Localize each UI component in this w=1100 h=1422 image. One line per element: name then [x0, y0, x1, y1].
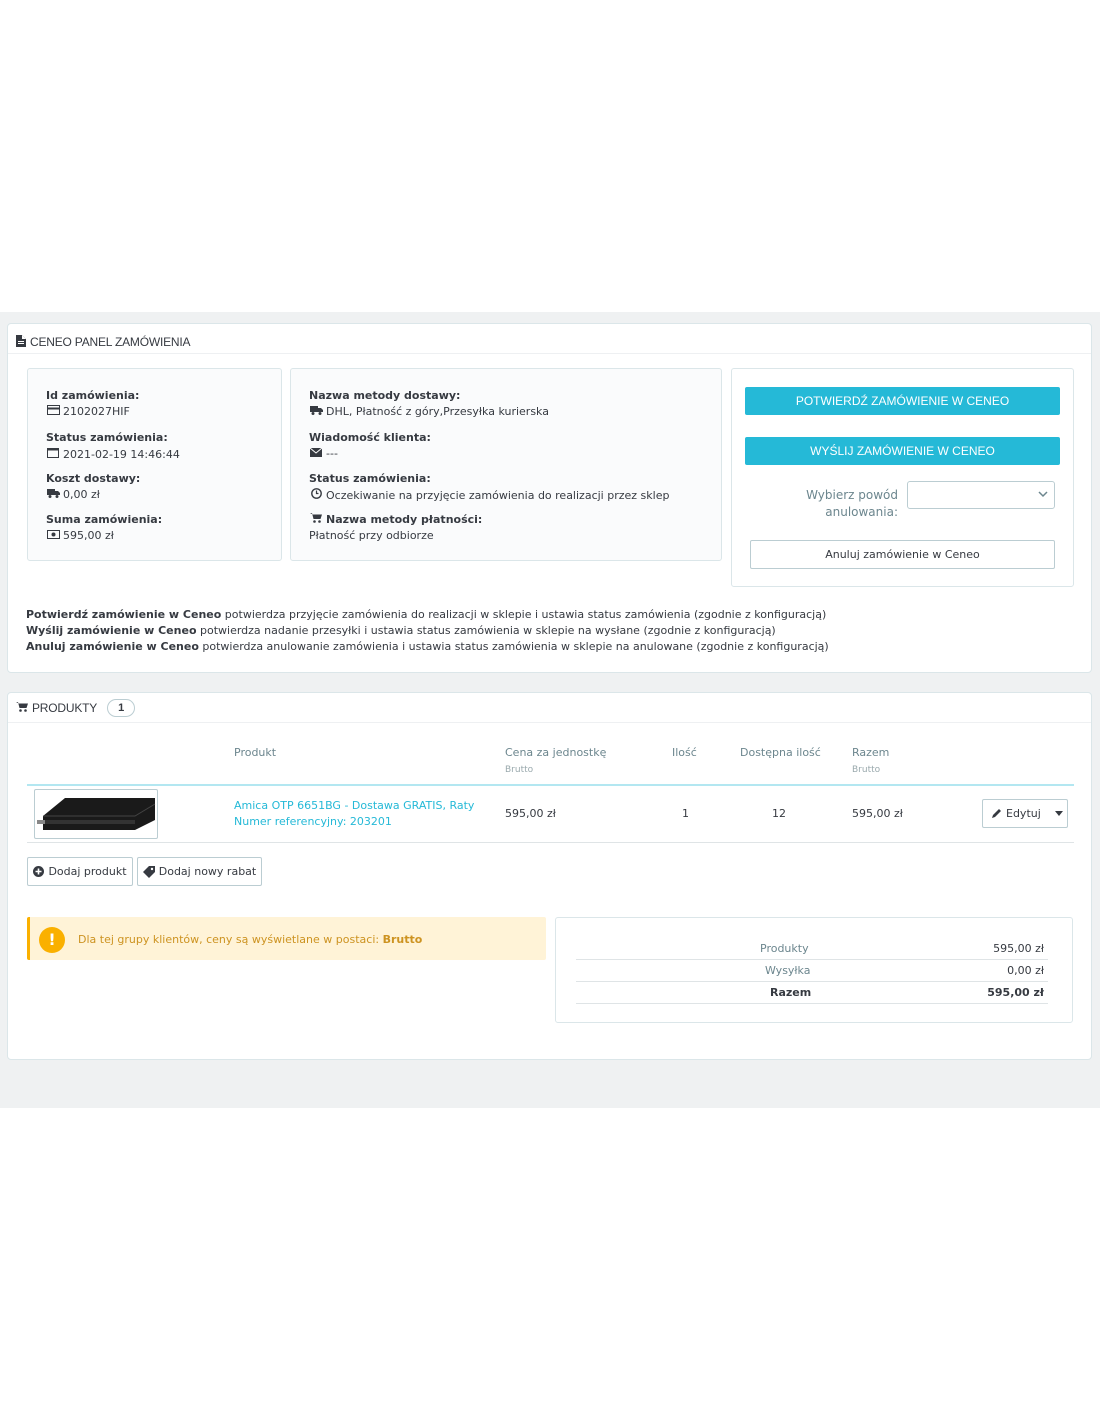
- panel-heading: PRODUKTY 1: [16, 698, 136, 718]
- caret-down-icon[interactable]: [1054, 811, 1063, 816]
- product-thumbnail[interactable]: [34, 789, 158, 839]
- shipping-cost-value: 0,00 zł: [46, 488, 100, 501]
- totals-row-shipping: Wysyłka 0,00 zł: [576, 960, 1048, 982]
- cancel-reason-label: Wybierz powód anulowania:: [806, 488, 898, 519]
- description-confirm: Potwierdź zamówienie w Ceneo potwierdza …: [26, 608, 827, 621]
- delivery-method-value: DHL, Płatność z góry,Przesyłka kurierska: [309, 405, 549, 418]
- column-header-unit-price: Cena za jednostkę: [505, 746, 607, 759]
- payment-method-label: Nazwa metody płatności:: [309, 513, 482, 526]
- column-header-total: Razem: [852, 746, 890, 759]
- page-background: CENEO PANEL ZAMÓWIENIA Id zamówienia: 21…: [0, 312, 1100, 1108]
- pencil-icon: [991, 808, 1002, 819]
- totals-row-total: Razem 595,00 zł: [576, 982, 1048, 1004]
- delivery-status-value: Oczekiwanie na przyjęcie zamówienia do r…: [309, 488, 669, 502]
- ceneo-actions-card: POTWIERDŹ ZAMÓWIENIE W CENEO WYŚLIJ ZAMÓ…: [731, 368, 1074, 587]
- order-id-label: Id zamówienia:: [46, 389, 140, 402]
- edit-button-group[interactable]: Edytuj: [982, 799, 1068, 828]
- envelope-icon: [309, 447, 323, 460]
- clock-icon: [309, 488, 323, 502]
- panel-title: PRODUKTY: [32, 701, 98, 715]
- order-id-value: 2102027HIF: [46, 405, 130, 418]
- customer-message-label: Wiadomość klienta:: [309, 431, 431, 444]
- delivery-status-label: Status zamówienia:: [309, 472, 431, 485]
- products-panel: PRODUKTY 1 Produkt Cena za jednostkę Bru…: [7, 692, 1092, 1060]
- order-total-label: Suma zamówienia:: [46, 513, 163, 526]
- alert-message: Dla tej grupy klientów, ceny są wyświetl…: [78, 933, 423, 946]
- column-header-unit-price-sub: Brutto: [505, 765, 534, 775]
- tag-icon: [142, 865, 155, 878]
- chevron-down-icon: [1038, 487, 1048, 504]
- cancel-reason-select[interactable]: [907, 481, 1055, 509]
- products-count-badge: 1: [107, 699, 136, 717]
- truck-icon: [46, 488, 60, 501]
- column-header-available: Dostępna ilość: [740, 746, 821, 759]
- order-status-label: Status zamówienia:: [46, 431, 168, 444]
- totals-row-products: Produkty 595,00 zł: [576, 938, 1048, 960]
- warning-icon: !: [39, 927, 65, 953]
- calendar-icon: [46, 447, 60, 461]
- product-available-quantity: 12: [772, 807, 786, 820]
- order-status-value: 2021-02-19 14:46:44: [46, 447, 180, 461]
- panel-heading: CENEO PANEL ZAMÓWIENIA: [16, 332, 190, 352]
- divider: [8, 722, 1091, 723]
- product-quantity: 1: [682, 807, 689, 820]
- divider: [8, 353, 1091, 354]
- delivery-info-card: Nazwa metody dostawy: DHL, Płatność z gó…: [290, 368, 722, 561]
- totals-box: Produkty 595,00 zł Wysyłka 0,00 zł Razem…: [555, 917, 1073, 1023]
- confirm-order-button[interactable]: POTWIERDŹ ZAMÓWIENIE W CENEO: [745, 387, 1060, 415]
- payment-method-value: Płatność przy odbiorze: [309, 529, 434, 542]
- product-total: 595,00 zł: [852, 807, 903, 820]
- add-discount-button[interactable]: Dodaj nowy rabat: [137, 857, 262, 886]
- product-name-link[interactable]: Amica OTP 6651BG - Dostawa GRATIS, Raty …: [234, 798, 474, 830]
- delivery-method-label: Nazwa metody dostawy:: [309, 389, 461, 402]
- credit-card-icon: [46, 405, 60, 418]
- customer-message-value: ---: [309, 447, 338, 460]
- edit-button-label[interactable]: Edytuj: [1006, 807, 1041, 820]
- product-unit-price: 595,00 zł: [505, 807, 556, 820]
- cancel-order-button[interactable]: Anuluj zamówienie w Ceneo: [750, 540, 1055, 569]
- column-header-quantity: Ilość: [672, 746, 697, 759]
- plus-circle-icon: [33, 866, 45, 877]
- description-send: Wyślij zamówienie w Ceneo potwierdza nad…: [26, 624, 776, 637]
- column-header-total-sub: Brutto: [852, 765, 881, 775]
- cart-icon: [309, 513, 323, 526]
- column-header-product: Produkt: [234, 746, 277, 759]
- description-cancel: Anuluj zamówienie w Ceneo potwierdza anu…: [26, 640, 829, 653]
- order-total-value: 595,00 zł: [46, 529, 114, 542]
- document-icon: [16, 334, 26, 350]
- panel-title: CENEO PANEL ZAMÓWIENIA: [30, 335, 191, 349]
- range-hood-image: [37, 798, 156, 830]
- truck-icon: [309, 405, 323, 418]
- order-info-card: Id zamówienia: 2102027HIF Status zamówie…: [27, 368, 282, 561]
- ceneo-order-panel: CENEO PANEL ZAMÓWIENIA Id zamówienia: 21…: [7, 323, 1092, 673]
- shipping-cost-label: Koszt dostawy:: [46, 472, 141, 485]
- table-row: Amica OTP 6651BG - Dostawa GRATIS, Raty …: [27, 786, 1074, 843]
- add-product-button[interactable]: Dodaj produkt: [27, 857, 133, 886]
- send-order-button[interactable]: WYŚLIJ ZAMÓWIENIE W CENEO: [745, 437, 1060, 465]
- price-display-alert: ! Dla tej grupy klientów, ceny są wyświe…: [27, 917, 546, 960]
- money-icon: [46, 529, 60, 542]
- cart-icon: [16, 701, 28, 715]
